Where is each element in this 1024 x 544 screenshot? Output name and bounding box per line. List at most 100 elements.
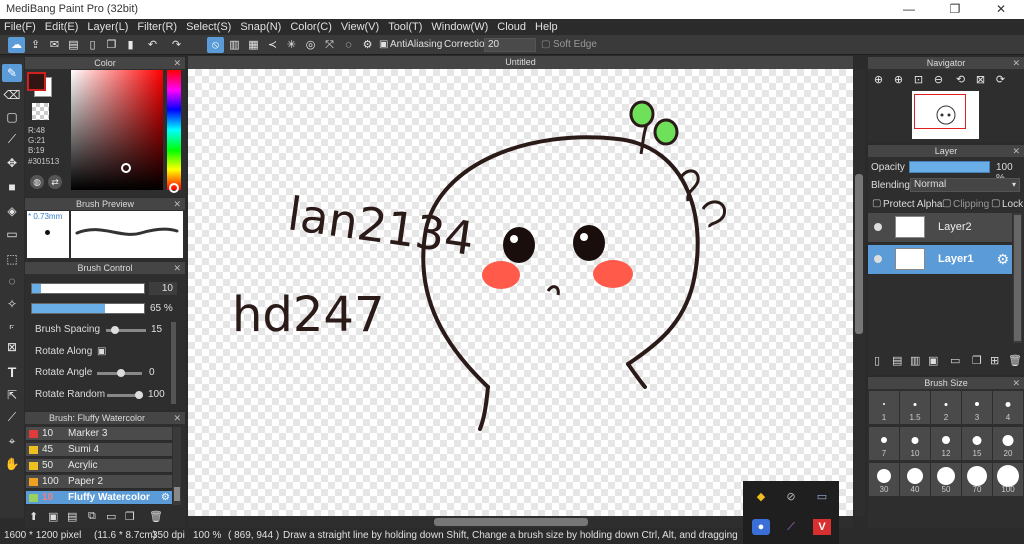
- new-brush-icon[interactable]: ▣: [48, 510, 58, 523]
- brush-control-close-icon[interactable]: ✕: [173, 262, 181, 274]
- comment-icon[interactable]: ✉: [46, 37, 63, 53]
- shape-tool-icon[interactable]: ▢: [2, 108, 22, 126]
- eyedropper-tool-icon[interactable]: ⌖: [2, 432, 22, 450]
- layer-folder-icon[interactable]: ▭: [950, 354, 960, 367]
- brush-spacing-knob[interactable]: [111, 326, 119, 334]
- close-button[interactable]: ✕: [978, 0, 1024, 19]
- magic-wand-tool-icon[interactable]: ✧: [2, 295, 22, 313]
- select-eraser-tool-icon[interactable]: ⊠: [2, 338, 22, 356]
- line-tool-icon[interactable]: ⟋: [2, 130, 22, 148]
- clipping-checkbox[interactable]: ▢: [942, 198, 951, 209]
- brush-list-scroll-thumb[interactable]: [174, 487, 180, 501]
- menu-window[interactable]: Window(W): [431, 21, 488, 33]
- brush-size-cell[interactable]: 12: [931, 427, 962, 461]
- saturation-value-picker[interactable]: [71, 70, 163, 190]
- canvas-tab[interactable]: Untitled: [188, 56, 853, 69]
- menu-color[interactable]: Color(C): [290, 21, 332, 33]
- fit-view-icon[interactable]: ⊡: [910, 72, 927, 88]
- brush-size-cell[interactable]: 1: [869, 391, 900, 425]
- brush-folder-icon[interactable]: ▭: [106, 510, 116, 523]
- layer-blending-select[interactable]: Normal ▾: [910, 178, 1020, 192]
- brush-size-cell[interactable]: 4: [993, 391, 1024, 425]
- brush-size-cell[interactable]: 100: [993, 463, 1024, 497]
- rotate-random-knob[interactable]: [135, 391, 143, 399]
- layer-list-scroll-thumb[interactable]: [1014, 215, 1021, 341]
- bucket-tool-icon[interactable]: ◈: [2, 202, 22, 220]
- palette-icon[interactable]: ◍: [30, 175, 44, 189]
- reset-view-icon[interactable]: ⊠: [972, 72, 989, 88]
- menu-select[interactable]: Select(S): [186, 21, 231, 33]
- brush-control-scrollbar[interactable]: [171, 322, 176, 404]
- brush-settings-gear-icon[interactable]: ⚙: [161, 491, 170, 505]
- navigator-close-icon[interactable]: ✕: [1012, 57, 1020, 69]
- message-icon[interactable]: ▤: [65, 37, 82, 53]
- antivirus-tray-icon[interactable]: V: [813, 519, 831, 535]
- brush-list-item-selected[interactable]: 10 Fluffy Watercolor ⚙: [26, 491, 172, 505]
- soft-edge-checkbox[interactable]: ▢: [541, 39, 550, 50]
- new-layer-icon[interactable]: ▯: [874, 354, 880, 367]
- gradient-tool-icon[interactable]: ▭: [2, 225, 22, 243]
- brush-size-cell[interactable]: 50: [931, 463, 962, 497]
- security-shield-icon[interactable]: ◆: [752, 489, 770, 505]
- duplicate-layer-icon[interactable]: ❐: [972, 354, 982, 367]
- select-rect-tool-icon[interactable]: ⬚: [2, 250, 22, 268]
- drawing-canvas[interactable]: lan2134 hd247: [188, 69, 853, 516]
- new-8bit-layer-icon[interactable]: ▥: [910, 354, 920, 367]
- brush-list-item[interactable]: 100 Paper 2: [26, 475, 172, 489]
- zoom-in-alt-icon[interactable]: ⊕: [890, 72, 907, 88]
- brush-size-cell[interactable]: 30: [869, 463, 900, 497]
- brush-size-cell[interactable]: 3: [962, 391, 993, 425]
- new-halftone-layer-icon[interactable]: ▤: [892, 354, 902, 367]
- brush-preview-close-icon[interactable]: ✕: [173, 198, 181, 210]
- rotate-random-slider[interactable]: [107, 391, 143, 399]
- hue-slider[interactable]: [167, 70, 181, 190]
- navigator-view-rect[interactable]: [914, 94, 966, 129]
- transparent-color-swatch[interactable]: [32, 103, 49, 120]
- brush-opacity-bar[interactable]: [31, 303, 145, 314]
- brush-tool-icon[interactable]: ✎: [2, 64, 22, 82]
- concentric-snap-icon[interactable]: ◎: [302, 37, 319, 53]
- menu-help[interactable]: Help: [535, 21, 558, 33]
- hand-tool-icon[interactable]: ✋: [2, 455, 22, 473]
- toolbar-toggle-icon[interactable]: ▮: [122, 37, 139, 53]
- copy-icon[interactable]: ❐: [103, 37, 120, 53]
- rotate-angle-knob[interactable]: [117, 369, 125, 377]
- text-tool-icon[interactable]: T: [2, 363, 22, 381]
- layer-visibility-eye-icon[interactable]: [874, 255, 882, 263]
- select-pen-tool-icon[interactable]: ⟔: [2, 316, 22, 334]
- brush-size-bar[interactable]: [31, 283, 145, 294]
- brush-list-item[interactable]: 45 Sumi 4: [26, 443, 172, 457]
- minimize-button[interactable]: —: [886, 0, 932, 19]
- wifi-off-icon[interactable]: ⊘: [782, 489, 800, 505]
- layer-row[interactable]: Layer2: [868, 213, 1012, 243]
- vanishing-point-icon[interactable]: ⤧: [321, 37, 338, 53]
- rotate-left-icon[interactable]: ⟲: [952, 72, 969, 88]
- eraser-tool-icon[interactable]: ⌫: [2, 86, 22, 104]
- curve-snap-icon[interactable]: ◌: [340, 37, 357, 53]
- brush-size-cell[interactable]: 2: [931, 391, 962, 425]
- color-panel-close-icon[interactable]: ✕: [173, 57, 181, 69]
- add-brush-icon[interactable]: ⬆: [29, 510, 38, 523]
- brush-menu-icon[interactable]: ▤: [67, 510, 77, 523]
- brush-size-cell[interactable]: 1.5: [900, 391, 931, 425]
- menu-snap[interactable]: Snap(N): [240, 21, 281, 33]
- menu-view[interactable]: View(V): [341, 21, 379, 33]
- cloud-icon[interactable]: ☁: [8, 37, 25, 53]
- radial-snap-icon[interactable]: ✳: [283, 37, 300, 53]
- layer-visibility-eye-icon[interactable]: [874, 223, 882, 231]
- merge-layer-icon[interactable]: ⊞: [990, 354, 999, 367]
- menu-filter[interactable]: Filter(R): [137, 21, 177, 33]
- pen-tray-icon[interactable]: ⟋: [782, 519, 800, 535]
- perspective-snap-icon[interactable]: ≺: [264, 37, 281, 53]
- layer-settings-gear-icon[interactable]: ⚙: [996, 251, 1009, 268]
- parallel-snap-icon[interactable]: ▥: [226, 37, 243, 53]
- brush-size-cell[interactable]: 70: [962, 463, 993, 497]
- layer-add-menu-icon[interactable]: ▣: [928, 354, 938, 367]
- delete-layer-icon[interactable]: 🗑: [1008, 354, 1022, 367]
- redo-icon[interactable]: ↷: [168, 37, 185, 53]
- menu-file[interactable]: File(F): [4, 21, 36, 33]
- rotate-right-icon[interactable]: ⟳: [992, 72, 1009, 88]
- divide-tool-icon[interactable]: ⟋: [2, 408, 22, 426]
- menu-tool[interactable]: Tool(T): [388, 21, 422, 33]
- brush-list-scrollbar[interactable]: [173, 427, 181, 505]
